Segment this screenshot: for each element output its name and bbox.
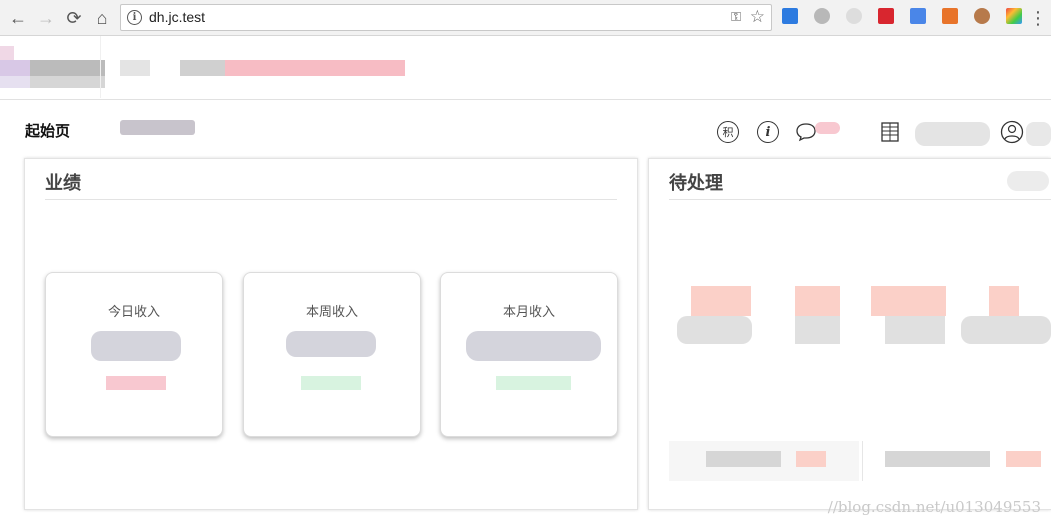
- building-icon[interactable]: [878, 120, 902, 144]
- points-icon-glyph: 积: [717, 121, 739, 143]
- header-text-blur: [180, 60, 225, 76]
- key-icon[interactable]: ⚿: [731, 9, 741, 25]
- user-name-blur: [1026, 122, 1051, 146]
- watermark-text: //blog.csdn.net/u013049553: [827, 498, 1041, 516]
- logo-image-part: [30, 76, 105, 88]
- extension-pocket-icon[interactable]: [782, 8, 798, 24]
- week-income-value-blur: [286, 331, 376, 357]
- pending-title: 待处理: [669, 173, 723, 193]
- pending-footer-divider: [862, 441, 863, 481]
- pending-footer-text-blur: [885, 451, 990, 467]
- pending-footer-count-blur: [796, 451, 826, 467]
- pending-more-blur[interactable]: [1007, 171, 1049, 191]
- pending-count-blur: [871, 286, 946, 316]
- pending-footer-text-blur: [706, 451, 781, 467]
- user-icon-svg: [1000, 120, 1024, 144]
- extension-monkey-icon[interactable]: [974, 8, 990, 24]
- extension-gray-icon[interactable]: [814, 8, 830, 24]
- home-icon[interactable]: ⌂: [90, 6, 114, 30]
- today-income-card[interactable]: 今日收入: [45, 272, 223, 437]
- reload-icon[interactable]: ⟳: [62, 6, 86, 30]
- header-divider: [100, 36, 101, 98]
- extension-color-icon[interactable]: [1006, 8, 1022, 24]
- extension-circle-icon[interactable]: [846, 8, 862, 24]
- pending-label-blur: [677, 316, 752, 344]
- pending-divider: [669, 199, 1051, 200]
- performance-panel: 业绩 今日收入 本周收入 本月收入: [24, 158, 638, 510]
- pending-panel: 待处理: [648, 158, 1051, 510]
- company-name-blur: [915, 122, 990, 146]
- logo-image: [0, 46, 14, 61]
- extension-orange-icon[interactable]: [942, 8, 958, 24]
- url-text[interactable]: dh.jc.test: [149, 9, 205, 25]
- header-text-blur: [225, 60, 405, 76]
- pending-label-blur: [795, 316, 840, 344]
- pending-count-blur: [795, 286, 840, 316]
- user-avatar-icon[interactable]: [1000, 120, 1024, 144]
- message-icon[interactable]: [794, 120, 818, 144]
- logo-image-part: [0, 60, 30, 76]
- message-count-blur: [815, 122, 840, 134]
- browser-toolbar: ← → ⟳ ⌂ i dh.jc.test ⚿ ☆ ⋮: [0, 0, 1051, 36]
- site-info-icon[interactable]: i: [127, 10, 142, 25]
- info-icon-glyph: i: [757, 121, 779, 143]
- pending-label-blur: [885, 316, 945, 344]
- month-income-card[interactable]: 本月收入: [440, 272, 618, 437]
- back-arrow-icon[interactable]: ←: [6, 6, 30, 30]
- week-income-label: 本周收入: [305, 304, 358, 319]
- building-icon-svg: [881, 122, 899, 142]
- week-income-change-blur: [301, 376, 361, 390]
- breadcrumb-blur: [120, 120, 195, 135]
- today-income-change-blur: [106, 376, 166, 390]
- month-income-value-blur: [466, 331, 601, 361]
- today-income-value-blur: [91, 331, 181, 361]
- info-icon[interactable]: i: [756, 120, 780, 144]
- header-text-blur: [120, 60, 150, 76]
- logo-image-part: [0, 76, 30, 88]
- pending-footer-count-blur: [1006, 451, 1041, 467]
- pending-count-blur: [691, 286, 751, 316]
- speech-bubble-icon: [796, 123, 816, 142]
- address-bar[interactable]: i dh.jc.test ⚿ ☆: [120, 4, 772, 31]
- pending-count-blur: [989, 286, 1019, 316]
- points-icon[interactable]: 积: [716, 120, 740, 144]
- page-title: 起始页: [25, 123, 71, 140]
- month-income-label: 本月收入: [502, 304, 555, 319]
- performance-title: 业绩: [45, 173, 81, 193]
- pending-label-blur: [961, 316, 1051, 344]
- menu-dots-icon[interactable]: ⋮: [1029, 6, 1047, 30]
- week-income-card[interactable]: 本周收入: [243, 272, 421, 437]
- month-income-change-blur: [496, 376, 571, 390]
- extension-translate-icon[interactable]: [910, 8, 926, 24]
- performance-divider: [45, 199, 617, 200]
- app-header: [0, 36, 1051, 100]
- extension-fe-icon[interactable]: [878, 8, 894, 24]
- today-income-label: 今日收入: [107, 304, 160, 319]
- bookmark-star-icon[interactable]: ☆: [750, 7, 765, 27]
- logo-image-part: [30, 60, 105, 76]
- forward-arrow-icon[interactable]: →: [34, 6, 58, 30]
